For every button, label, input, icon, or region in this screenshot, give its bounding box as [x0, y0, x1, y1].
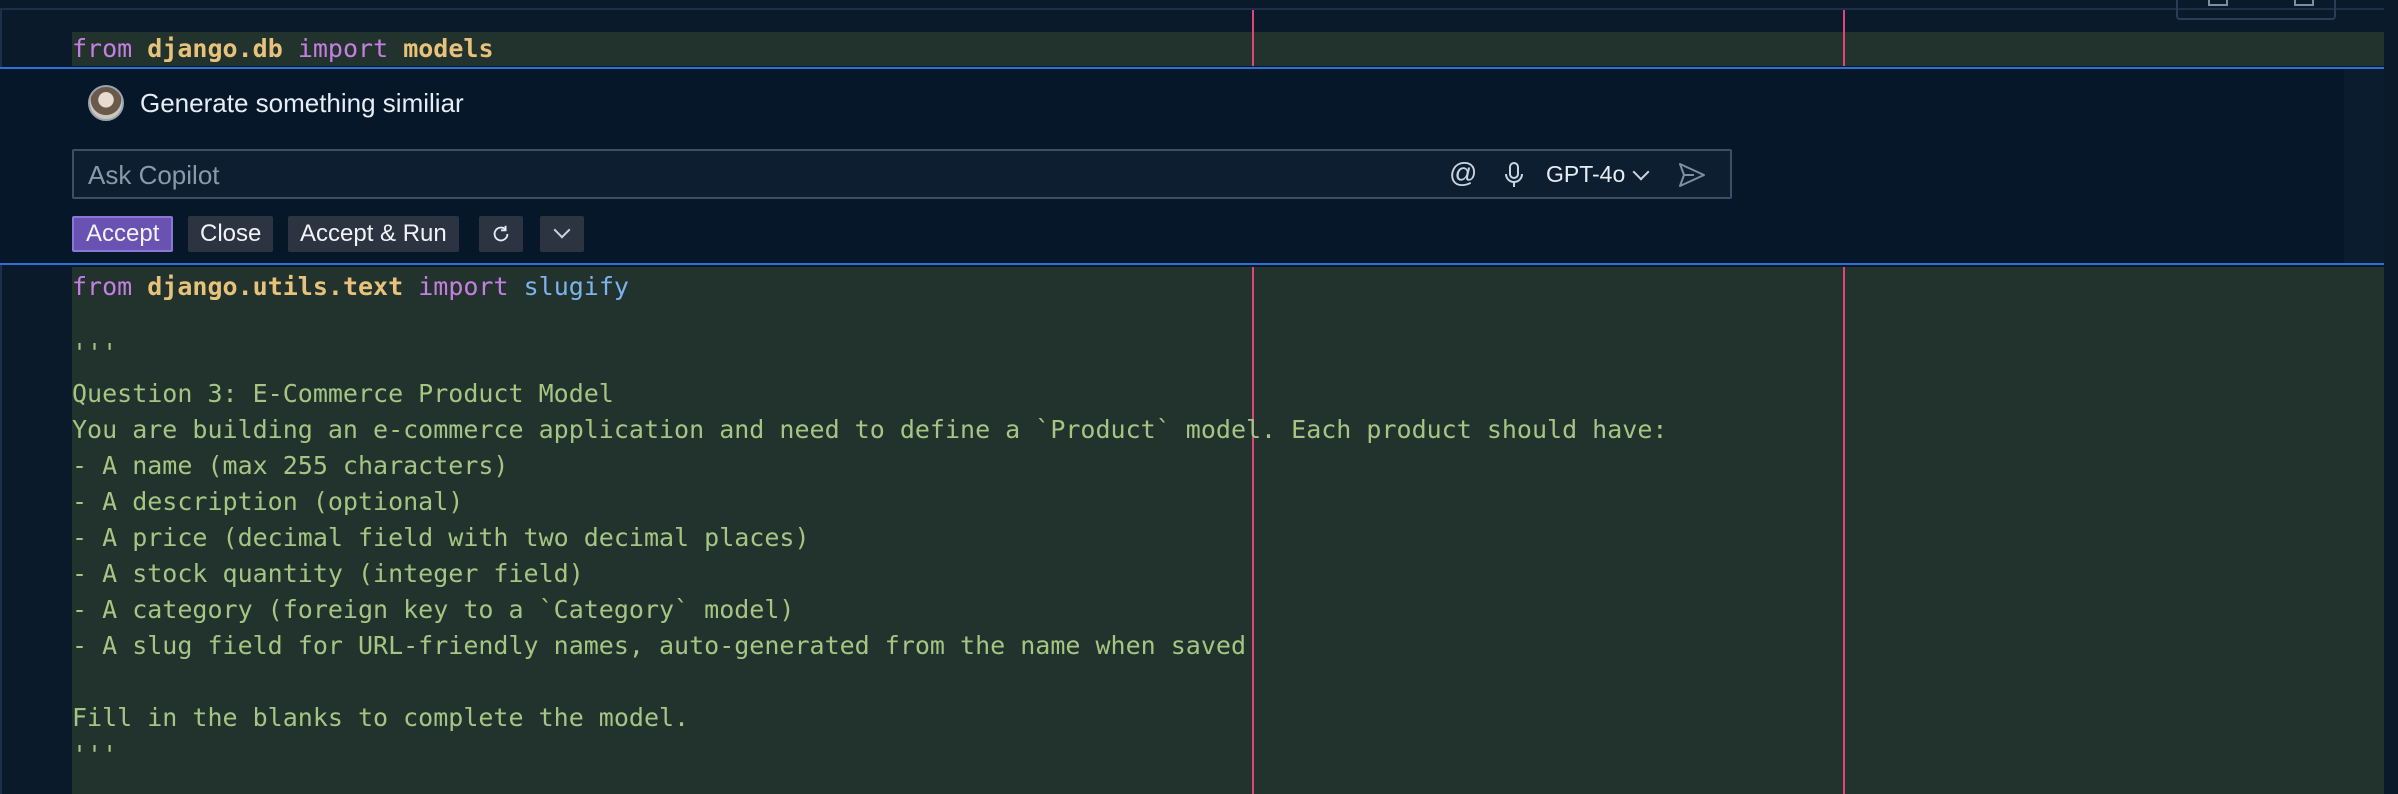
send-icon[interactable]	[1676, 159, 1708, 191]
module-name: django.utils.text	[147, 272, 404, 301]
avatar	[88, 85, 124, 121]
code-line-import-models[interactable]: from django.db import models	[72, 32, 494, 66]
code-line-doc[interactable]: '''	[72, 738, 117, 772]
code-line-doc[interactable]: Fill in the blanks to complete the model…	[72, 701, 689, 735]
ruler-line	[1252, 267, 1254, 794]
ask-copilot-input[interactable]	[86, 151, 1390, 199]
at-sign-icon[interactable]: @	[1449, 157, 1477, 189]
code-line-doc[interactable]: - A name (max 255 characters)	[72, 449, 509, 483]
trash-icon[interactable]	[2294, 0, 2314, 6]
close-button[interactable]: Close	[188, 216, 274, 252]
code-line-import-slugify[interactable]: from django.utils.text import slugify	[72, 270, 629, 304]
accept-button[interactable]: Accept	[72, 216, 174, 252]
model-picker[interactable]: GPT-4o	[1546, 151, 1650, 197]
accept-run-button[interactable]: Accept & Run	[288, 216, 459, 252]
code-line-doc[interactable]: Question 3: E-Commerce Product Model	[72, 377, 644, 411]
import-name: slugify	[523, 272, 629, 301]
ask-copilot-box[interactable]: @ GPT-4o	[72, 149, 1732, 199]
code-line-doc[interactable]: '''	[72, 336, 117, 370]
code-line-doc[interactable]: You are building an e-commerce applicati…	[72, 413, 1667, 447]
keyword: import	[418, 272, 509, 301]
refresh-button[interactable]	[479, 216, 523, 252]
keyword: from	[72, 34, 133, 63]
panel-edge	[2344, 69, 2384, 263]
code-line-doc[interactable]: - A stock quantity (integer field)	[72, 557, 584, 591]
keyword: from	[72, 272, 133, 301]
model-label: GPT-4o	[1546, 161, 1626, 187]
import-name: models	[403, 34, 494, 63]
code-line-doc[interactable]: - A price (decimal field with two decima…	[72, 521, 810, 555]
more-options-button[interactable]	[540, 216, 584, 252]
chevron-down-icon	[1632, 163, 1650, 181]
chat-prompt: Generate something similiar	[140, 88, 464, 118]
code-line-doc[interactable]: - A category (foreign key to a `Category…	[72, 593, 794, 627]
keyword: import	[297, 34, 389, 63]
microphone-icon[interactable]	[1498, 159, 1530, 191]
panel-icon[interactable]	[2208, 0, 2228, 6]
module-name: django.db	[147, 34, 283, 63]
inline-chat-panel: Generate something similiar @ GPT-4o Acc…	[0, 67, 2384, 265]
refresh-icon	[493, 225, 509, 242]
chevron-down-icon	[553, 221, 571, 239]
ruler-line	[1252, 10, 1254, 66]
code-line-doc[interactable]: - A description (optional)	[72, 485, 463, 519]
inline-toolbar	[2176, 0, 2336, 20]
ruler-line	[1843, 10, 1845, 66]
ruler-line	[1843, 267, 1845, 794]
code-line-doc[interactable]: - A slug field for URL-friendly names, a…	[72, 629, 1246, 663]
